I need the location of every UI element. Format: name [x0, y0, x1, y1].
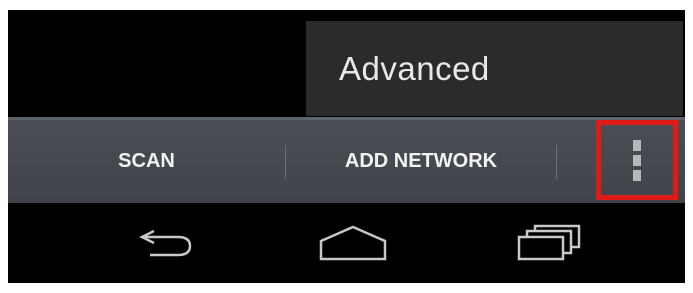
add-network-button-label: ADD NETWORK: [344, 150, 498, 172]
navigation-bar: [8, 203, 685, 283]
split-action-bar: SCAN ADD NETWORK: [8, 117, 685, 203]
action-divider: [556, 145, 557, 179]
back-button[interactable]: [118, 203, 218, 283]
overflow-menu-button[interactable]: [596, 120, 678, 200]
overflow-popup-menu: Advanced: [306, 21, 683, 116]
scan-button[interactable]: SCAN: [8, 120, 285, 203]
more-vertical-icon-dot: [633, 154, 641, 166]
menu-item-label: Advanced: [339, 49, 490, 87]
recent-apps-icon: [517, 224, 581, 261]
recent-apps-button[interactable]: [498, 203, 598, 283]
add-network-button[interactable]: ADD NETWORK: [286, 120, 556, 203]
more-vertical-icon-dot: [633, 169, 641, 181]
back-icon: [139, 229, 192, 257]
device-screen: Advanced SCAN ADD NETWORK: [8, 10, 685, 283]
home-button[interactable]: [303, 203, 403, 283]
scan-button-label: SCAN: [118, 150, 175, 172]
menu-item-advanced[interactable]: Advanced: [306, 21, 683, 116]
more-vertical-icon-dot: [633, 139, 641, 151]
home-icon: [319, 225, 387, 261]
